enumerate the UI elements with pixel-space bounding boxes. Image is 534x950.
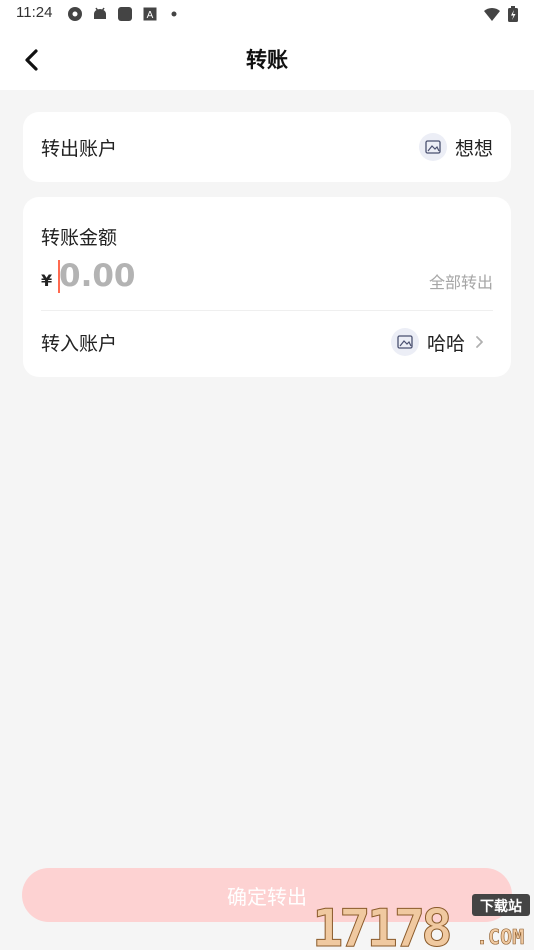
to-account-name: 哈哈	[426, 332, 465, 355]
amount-label: 转账金额	[41, 227, 118, 249]
avatar	[390, 328, 419, 356]
from-account-chip[interactable]: 想想	[418, 132, 493, 162]
to-account-chip[interactable]: 哈哈	[390, 327, 485, 357]
android-icon	[94, 7, 106, 19]
amount-input[interactable]	[59, 254, 339, 298]
to-account-label: 转入账户	[41, 333, 118, 355]
watermark-logo: 17178 下载站 .COM	[312, 894, 530, 950]
from-account-label: 转出账户	[41, 138, 118, 160]
avatar	[418, 133, 447, 161]
battery-icon	[508, 6, 518, 22]
avatar-placeholder-icon	[397, 335, 413, 349]
svg-text:17178: 17178	[312, 899, 450, 950]
dot-icon	[171, 11, 177, 17]
page-title: 转账	[246, 48, 288, 72]
status-bar: 11:24 A	[0, 0, 534, 28]
svg-text:.COM: .COM	[476, 925, 524, 949]
transfer-card: 转账金额 ¥ 全部转出 转入账户 哈哈	[23, 197, 511, 377]
font-icon: A	[143, 7, 157, 21]
confirm-button-label: 确定转出	[227, 884, 307, 909]
from-account-name: 想想	[454, 137, 493, 160]
status-time: 11:24	[16, 4, 53, 21]
app-icon	[118, 7, 132, 21]
settings-icon	[68, 7, 82, 21]
to-account-row[interactable]: 转入账户 哈哈	[23, 311, 511, 377]
nav-bar: 转账	[0, 28, 534, 90]
avatar-placeholder-icon	[425, 140, 441, 154]
amount-row: ¥ 全部转出	[41, 252, 493, 302]
svg-text:下载站: 下载站	[480, 898, 522, 915]
wifi-icon	[484, 7, 500, 21]
from-account-card[interactable]: 转出账户 想想	[23, 112, 511, 182]
withdraw-all-button[interactable]: 全部转出	[429, 269, 493, 293]
svg-text:A: A	[147, 10, 154, 21]
currency-symbol: ¥	[41, 271, 53, 290]
chevron-right-icon	[476, 336, 483, 348]
